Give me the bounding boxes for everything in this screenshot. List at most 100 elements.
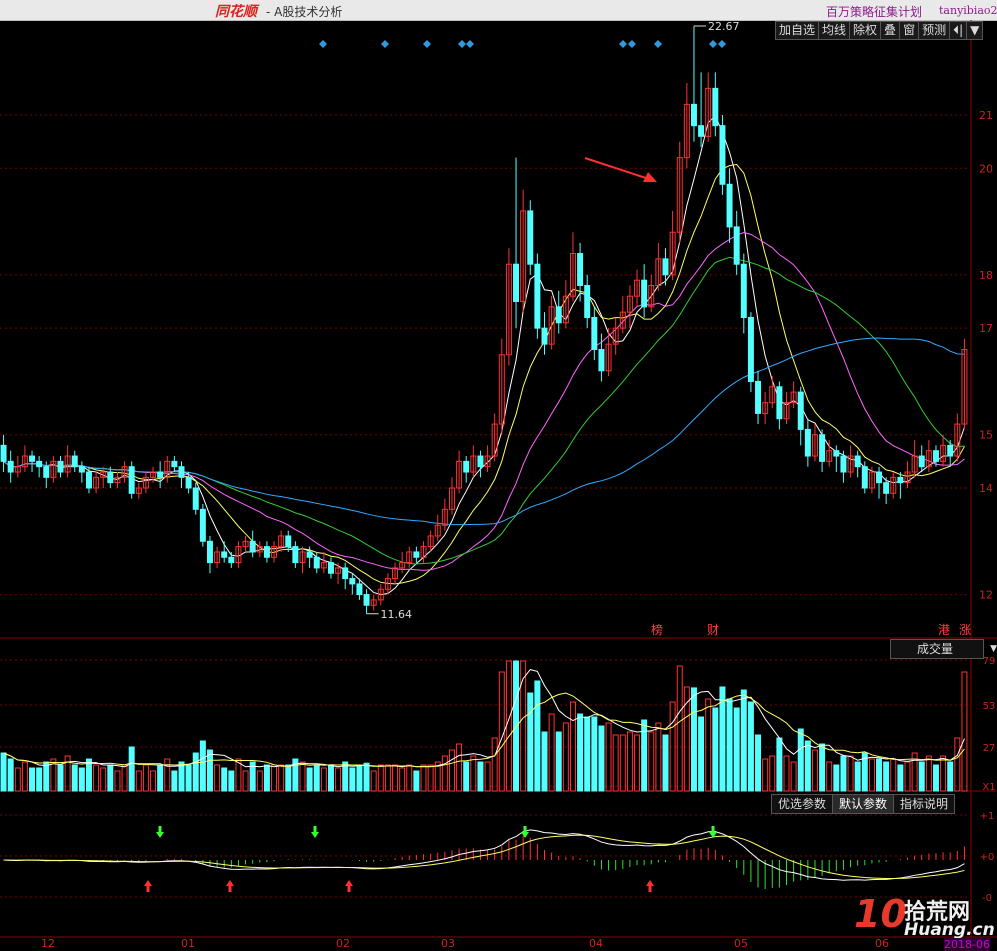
overlay-button[interactable]: 叠 [880, 21, 901, 40]
volume-bar [263, 764, 270, 792]
candle-body [292, 546, 299, 564]
volume-bar [840, 755, 847, 792]
volume-bar [71, 764, 78, 792]
x-axis-label: 12 [41, 937, 55, 948]
volume-bar [961, 671, 968, 792]
user-name[interactable]: tanyibiao2 [939, 4, 997, 17]
volume-bar [448, 749, 455, 792]
volume-bar [833, 764, 840, 792]
volume-bar [555, 731, 562, 792]
volume-bar [505, 660, 512, 792]
volume-bar [626, 731, 633, 792]
volume-bar [655, 722, 662, 792]
volume-bar [278, 764, 285, 792]
volume-tick-label: X1 [982, 782, 995, 793]
volume-bar [29, 767, 36, 792]
indicator-tabs: 优选参数 默认参数 指标说明 [771, 794, 956, 814]
tab-preferred-params[interactable]: 优选参数 [771, 794, 834, 814]
candle-body [43, 466, 50, 478]
volume-bar [598, 725, 605, 792]
candle-body [641, 279, 648, 308]
candle-body [306, 551, 313, 558]
volume-bar [178, 761, 185, 792]
annotation-arrow-line [584, 157, 653, 181]
volume-bar [854, 761, 861, 792]
ex-rights-button[interactable]: 除权 [849, 21, 882, 40]
volume-bar [285, 764, 292, 792]
volume-bar [7, 758, 14, 792]
volume-bar [349, 767, 356, 792]
buy-arrow-icon [144, 880, 152, 892]
volume-bar [306, 767, 313, 792]
price-tick-label: 15 [979, 429, 993, 442]
volume-bar [484, 761, 491, 792]
volume-bar [876, 758, 883, 792]
volume-bar [0, 752, 7, 792]
candle-body [413, 551, 420, 558]
tab-default-params[interactable]: 默认参数 [832, 794, 895, 814]
buy-arrow-icon [646, 880, 654, 892]
candle-body [221, 551, 228, 558]
price-tick-label: 17 [979, 322, 993, 335]
candle-body [690, 103, 697, 127]
event-marker: 港 [938, 623, 950, 637]
candle-body [349, 578, 356, 585]
volume-bar [733, 707, 740, 792]
sell-arrow-icon [521, 826, 529, 838]
volume-bar [491, 737, 498, 792]
candle-body [363, 594, 370, 606]
volume-bar [114, 770, 121, 792]
candle-body [584, 285, 591, 318]
candle-body [726, 183, 733, 228]
promo-link[interactable]: 百万策略征集计划 [826, 3, 922, 20]
volume-bar [399, 767, 406, 792]
x-axis-label: 05 [734, 937, 748, 948]
volume-bar [726, 698, 733, 792]
ma20-line [3, 231, 965, 571]
volume-bar [420, 764, 427, 792]
volume-bar [363, 762, 370, 792]
candle-body [932, 450, 939, 462]
volume-indicator-label: 成交量 [917, 642, 954, 656]
signal-diamond-icon [709, 40, 717, 48]
candle-body [57, 460, 64, 473]
signal-diamond-icon [381, 40, 389, 48]
volume-bar [498, 671, 505, 792]
volume-bar [128, 746, 135, 792]
volume-indicator-select[interactable]: 成交量 ▼ [890, 639, 997, 659]
volume-bar [918, 761, 925, 792]
volume-bar [819, 743, 826, 792]
volume-bar [142, 764, 149, 792]
candle-body [897, 476, 904, 484]
volume-bar [36, 767, 43, 792]
volume-bar [648, 731, 655, 792]
price-tick-label: 21 [979, 109, 993, 122]
event-marker: 涨 [959, 622, 971, 637]
x-axis-label: 04 [589, 937, 603, 948]
candle-body [199, 508, 206, 542]
buy-arrow-icon [226, 880, 234, 892]
candle-body [249, 540, 256, 553]
volume-bar [534, 680, 541, 792]
candle-body [854, 455, 861, 468]
window-button[interactable]: 窗 [899, 21, 920, 40]
indicator-tick-label: +0 [980, 852, 995, 863]
volume-bar [299, 761, 306, 792]
candle-body [0, 444, 7, 462]
candle-body [513, 263, 520, 302]
candle-body [740, 263, 747, 318]
tab-indicator-help[interactable]: 指标说明 [893, 794, 956, 814]
collapse-panel-button[interactable]: ⏴| [949, 21, 968, 40]
moving-average-button[interactable]: 均线 [818, 21, 851, 40]
add-watchlist-button[interactable]: 加自选 [775, 21, 820, 40]
toolbar-menu-button[interactable]: ▼ [966, 21, 984, 40]
volume-bar [157, 764, 164, 792]
volume-bar [755, 734, 762, 792]
watermark-number: 10 [854, 892, 907, 936]
signal-diamond-icon [423, 40, 431, 48]
forecast-button[interactable]: 预测 [918, 21, 951, 40]
candle-body [228, 556, 235, 564]
candle-body [819, 434, 826, 462]
volume-bar [904, 761, 911, 792]
volume-bar [662, 734, 669, 792]
